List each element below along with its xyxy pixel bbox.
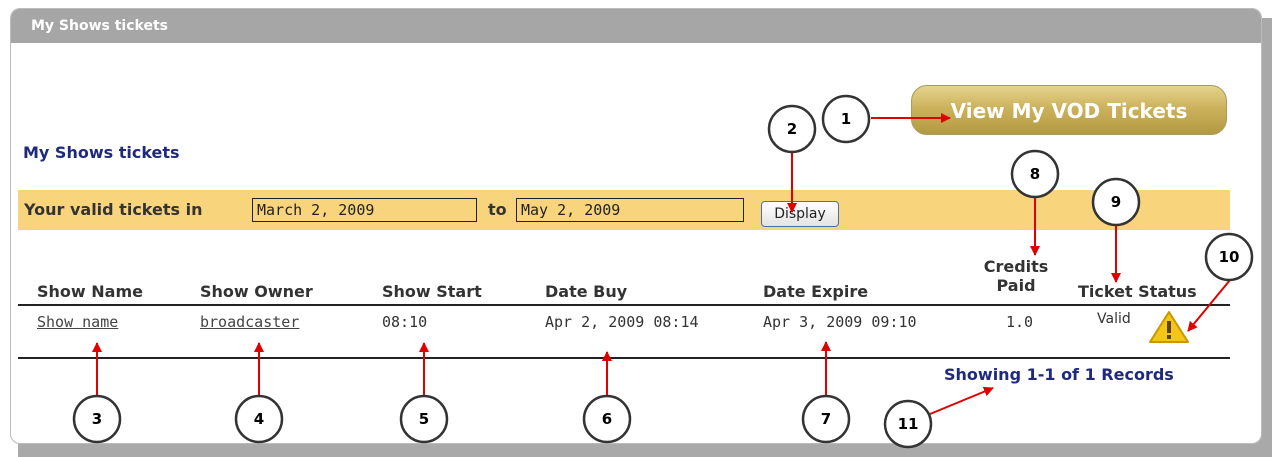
section-title: My Shows tickets [23, 143, 180, 162]
panel-header: My Shows tickets [11, 9, 1261, 43]
to-date-input[interactable]: May 2, 2009 [516, 198, 744, 222]
records-summary: Showing 1-1 of 1 Records [944, 365, 1174, 384]
display-button[interactable]: Display [761, 201, 839, 227]
warning-icon[interactable] [1148, 310, 1190, 344]
table-footer-rule [18, 357, 1230, 359]
filter-prefix-label: Your valid tickets in [24, 200, 203, 219]
header-date-buy: Date Buy [545, 282, 628, 301]
header-ticket-status: Ticket Status [1078, 282, 1197, 301]
filter-to-label: to [488, 200, 507, 219]
show-start-cell: 08:10 [382, 313, 428, 331]
credits-paid-cell: 1.0 [1006, 313, 1034, 331]
header-credits-paid-line2: Paid [996, 276, 1036, 295]
ticket-status-cell: Valid [1097, 311, 1131, 327]
header-show-owner: Show Owner [200, 282, 313, 301]
header-date-expire: Date Expire [763, 282, 869, 301]
date-filter-bar: Your valid tickets in March 2, 2009 to M… [18, 190, 1230, 230]
view-vod-tickets-button[interactable]: View My VOD Tickets [911, 85, 1227, 135]
header-show-start: Show Start [382, 282, 482, 301]
date-buy-cell: Apr 2, 2009 08:14 [545, 313, 699, 331]
header-show-name: Show Name [37, 282, 143, 301]
header-credits-paid: Credits Paid [976, 257, 1056, 295]
from-date-input[interactable]: March 2, 2009 [252, 198, 477, 222]
show-owner-link[interactable]: broadcaster [200, 313, 299, 331]
date-expire-cell: Apr 3, 2009 09:10 [763, 313, 917, 331]
table-header-rule [18, 304, 1230, 306]
show-name-link[interactable]: Show name [37, 313, 118, 331]
header-credits-paid-line1: Credits [983, 257, 1049, 276]
